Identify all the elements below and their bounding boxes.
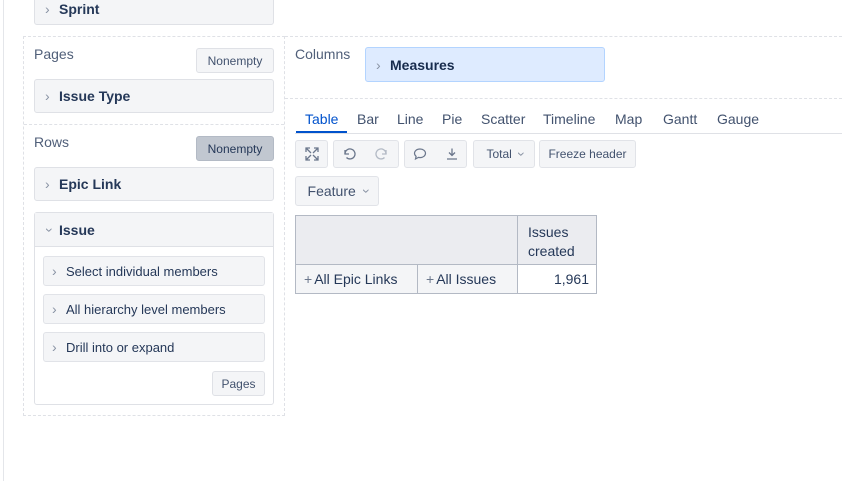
- issue-type-label: Issue Type: [59, 88, 131, 104]
- sprint-dimension[interactable]: Sprint: [34, 0, 274, 25]
- row-header-issue-label: All Issues: [436, 271, 497, 287]
- table-corner-header: [295, 215, 518, 265]
- tab-gantt[interactable]: Gantt: [663, 111, 697, 127]
- chevron-right-icon: [45, 88, 53, 104]
- chevron-right-icon: [45, 1, 53, 17]
- tab-scatter[interactable]: Scatter: [481, 111, 525, 127]
- plus-icon[interactable]: +: [426, 271, 434, 287]
- chevron-right-icon: [52, 301, 60, 317]
- select-individual-members[interactable]: Select individual members: [43, 256, 265, 286]
- left-border: [3, 0, 4, 481]
- tab-table[interactable]: Table: [305, 111, 338, 127]
- row-header-epic-label: All Epic Links: [314, 271, 398, 287]
- feature-dropdown[interactable]: Feature: [295, 176, 379, 206]
- chevron-right-icon: [52, 339, 60, 355]
- columns-top-border: [285, 36, 842, 37]
- redo-icon[interactable]: [373, 146, 391, 162]
- pages-nonempty-button[interactable]: Nonempty: [196, 48, 274, 73]
- tabs-underline: [295, 133, 842, 134]
- rows-nonempty-button[interactable]: Nonempty: [196, 136, 274, 161]
- download-icon[interactable]: [443, 146, 461, 162]
- drill-into-or-expand[interactable]: Drill into or expand: [43, 332, 265, 362]
- plus-icon[interactable]: +: [304, 271, 312, 287]
- tab-gauge[interactable]: Gauge: [717, 111, 759, 127]
- all-hierarchy-level-members[interactable]: All hierarchy level members: [43, 294, 265, 324]
- chevron-down-icon: [45, 222, 53, 238]
- pages-title: Pages: [34, 46, 74, 62]
- chevron-right-icon: [52, 263, 60, 279]
- row-header-epic[interactable]: + All Epic Links: [295, 264, 418, 294]
- total-dropdown[interactable]: Total: [473, 140, 535, 168]
- measures-label: Measures: [390, 56, 455, 73]
- tab-line[interactable]: Line: [397, 111, 423, 127]
- columns-title: Columns: [295, 46, 351, 62]
- chevron-down-icon: [517, 146, 522, 162]
- column-header-issues-created: Issues created: [517, 215, 597, 265]
- table-cell-value: 1,961: [517, 264, 597, 294]
- move-to-pages-button[interactable]: Pages: [212, 371, 265, 396]
- chevron-right-icon: [45, 176, 53, 192]
- tab-pie[interactable]: Pie: [442, 111, 462, 127]
- tab-timeline[interactable]: Timeline: [543, 111, 595, 127]
- expand-icon[interactable]: [295, 140, 328, 168]
- issue-label: Issue: [59, 221, 95, 238]
- freeze-header-button[interactable]: Freeze header: [539, 140, 636, 168]
- epic-link-dimension[interactable]: Epic Link: [34, 167, 274, 201]
- rows-title: Rows: [34, 134, 70, 150]
- comment-icon[interactable]: [411, 146, 429, 162]
- issue-type-dimension[interactable]: Issue Type: [34, 79, 274, 113]
- section-divider: [24, 124, 284, 125]
- issue-dimension-header[interactable]: Issue: [35, 213, 273, 247]
- columns-bottom-border: [285, 98, 842, 99]
- active-tab-indicator: [296, 131, 347, 133]
- feature-label: Feature: [307, 183, 356, 199]
- total-label: Total: [486, 147, 512, 161]
- chevron-down-icon: [362, 183, 367, 199]
- epic-link-label: Epic Link: [59, 176, 122, 192]
- tab-map[interactable]: Map: [615, 111, 642, 127]
- measures-dimension[interactable]: Measures: [365, 47, 605, 82]
- option-label: Drill into or expand: [66, 339, 175, 355]
- option-label: All hierarchy level members: [66, 301, 226, 317]
- sprint-label: Sprint: [59, 0, 100, 17]
- row-header-issue[interactable]: + All Issues: [417, 264, 518, 294]
- option-label: Select individual members: [66, 263, 218, 279]
- tab-bar[interactable]: Bar: [357, 111, 379, 127]
- undo-icon[interactable]: [340, 146, 358, 162]
- chevron-right-icon: [376, 57, 384, 73]
